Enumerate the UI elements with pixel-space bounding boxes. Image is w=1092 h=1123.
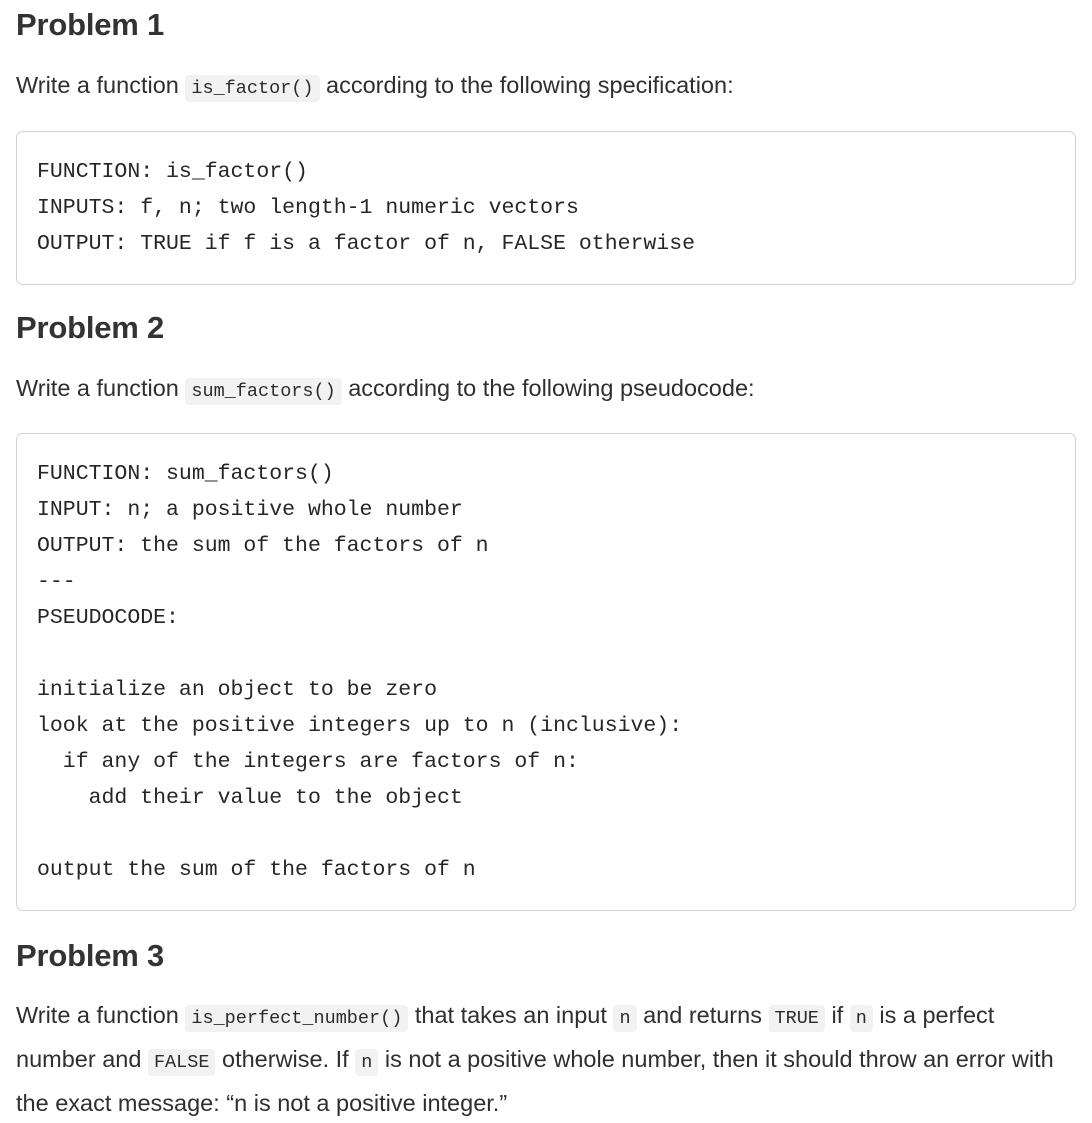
problem-3-text-3: and returns — [643, 1002, 762, 1029]
problem-2-prompt: Write a function sum_factors() according… — [16, 368, 1076, 412]
problem-3-true-code: TRUE — [768, 1005, 825, 1033]
problem-1-prompt: Write a function is_factor() according t… — [16, 65, 1076, 109]
problem-1-function-name-code: is_factor() — [185, 74, 320, 102]
problem-3-heading: Problem 3 — [16, 937, 165, 973]
problem-3-text-2: that takes an input — [414, 1002, 607, 1029]
problem-2-prompt-text-after: according to the following pseudocode: — [348, 374, 755, 401]
problem-3-prompt: Write a function is_perfect_number() tha… — [16, 995, 1076, 1123]
problem-3-input-n-code: n — [613, 1005, 637, 1033]
problem-1-heading: Problem 1 — [16, 7, 165, 42]
problem-3-text-1: Write a function — [16, 1002, 179, 1029]
problem-3-false-code: FALSE — [147, 1049, 216, 1077]
problem-1-spec-code: FUNCTION: is_factor() INPUTS: f, n; two … — [37, 159, 696, 256]
problem-1-prompt-text-before: Write a function — [16, 71, 179, 98]
problem-2-heading: Problem 2 — [16, 309, 165, 345]
problem-3-n-code-3: n — [355, 1049, 379, 1077]
problem-2-prompt-text-before: Write a function — [16, 374, 179, 401]
problem-1-prompt-text-after: according to the following specification… — [326, 71, 734, 98]
problem-3-function-name-code: is_perfect_number() — [185, 1005, 409, 1033]
problem-1-spec-box: FUNCTION: is_factor() INPUTS: f, n; two … — [16, 130, 1076, 285]
problem-2-function-name-code: sum_factors() — [185, 377, 342, 405]
problem-3-n-code-2: n — [849, 1005, 873, 1033]
problem-3-text-6: otherwise. If — [222, 1046, 349, 1073]
problem-3-text-4: if — [831, 1002, 844, 1029]
problem-2-pseudocode-code: FUNCTION: sum_factors() INPUT: n; a posi… — [37, 461, 683, 882]
document-page: Problem 1 Write a function is_factor() a… — [0, 6, 1092, 1123]
problem-2-pseudocode-box: FUNCTION: sum_factors() INPUT: n; a posi… — [16, 432, 1076, 911]
